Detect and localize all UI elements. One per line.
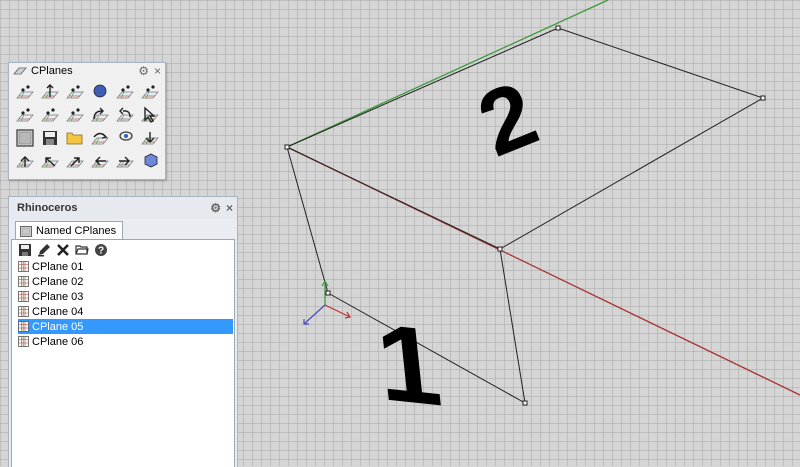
cplane-elevator-icon[interactable] — [40, 105, 60, 125]
named-cplanes-content: ? CPlane 01 CPlane 02 CPlane 03 CPlane 04 CP… — [11, 239, 235, 467]
panel-tabs: Named CPlanes — [9, 219, 237, 240]
cplane-perpendicular-icon[interactable] — [115, 82, 135, 102]
list-item[interactable]: CPlane 01 — [18, 259, 233, 274]
cplane-rotate-icon[interactable] — [90, 105, 110, 125]
cplane-undo-icon[interactable] — [115, 105, 135, 125]
cplane-gizmo-icon — [303, 279, 351, 325]
tab-named-cplanes[interactable]: Named CPlanes — [15, 221, 124, 240]
cplane-to-object-icon[interactable] — [65, 82, 85, 102]
list-item[interactable]: CPlane 06 — [18, 334, 233, 349]
gear-icon[interactable]: ⚙ — [210, 201, 221, 215]
cplane-x-axis-icon[interactable] — [65, 105, 85, 125]
tab-label: Named CPlanes — [36, 225, 117, 237]
list-item[interactable]: CPlane 05 — [18, 319, 233, 334]
list-item-label: CPlane 06 — [32, 335, 84, 348]
named-cplanes-list: CPlane 01 CPlane 02 CPlane 03 CPlane 04 CPla… — [12, 259, 234, 349]
cplane-tab-icon — [13, 67, 27, 75]
cplane-origin-icon[interactable] — [15, 105, 35, 125]
close-icon[interactable]: × — [154, 64, 161, 78]
cplane-grid-icon — [18, 291, 29, 302]
cplane-arrow-left-icon[interactable] — [90, 151, 110, 171]
named-cplanes-icon — [20, 225, 32, 237]
rhinoceros-panel: Rhinoceros ⚙ × Named CPlanes ? CPlane 01… — [8, 196, 238, 467]
list-item-label: CPlane 05 — [32, 320, 84, 333]
cplane-arrow-forward-icon[interactable] — [65, 151, 85, 171]
list-item-label: CPlane 03 — [32, 290, 84, 303]
list-item[interactable]: CPlane 03 — [18, 289, 233, 304]
list-item-label: CPlane 02 — [32, 275, 84, 288]
cplane-grid-icon — [18, 276, 29, 287]
list-item[interactable]: CPlane 04 — [18, 304, 233, 319]
cplane-arrow-back-icon[interactable] — [40, 151, 60, 171]
cplane-to-view-icon[interactable] — [140, 105, 160, 125]
cplane-grid-icon — [18, 261, 29, 272]
cplane-arrow-right-icon[interactable] — [115, 151, 135, 171]
cplane-z-axis-icon[interactable] — [40, 82, 60, 102]
cplanes-titlebar[interactable]: CPlanes ⚙ × — [9, 63, 165, 79]
cplane-view-icon[interactable] — [115, 128, 135, 148]
rhinoceros-titlebar[interactable]: Rhinoceros ⚙ × — [9, 197, 237, 219]
save-icon[interactable] — [18, 243, 32, 257]
y-axis-line — [286, 0, 609, 148]
save-cplane-icon[interactable] — [40, 128, 60, 148]
cplanes-toolbar-panel: CPlanes ⚙ × — [8, 62, 166, 180]
box-wireframe — [286, 27, 764, 404]
cplanes-tool-grid — [9, 79, 165, 174]
cplane-sphere-icon[interactable] — [90, 82, 110, 102]
list-item-label: CPlane 04 — [32, 305, 84, 318]
edit-icon[interactable] — [37, 243, 51, 257]
gear-icon[interactable]: ⚙ — [138, 64, 149, 78]
named-cplanes-toolbar: ? — [12, 240, 234, 259]
open-folder-icon[interactable] — [75, 243, 89, 257]
cplane-grid-icon — [18, 306, 29, 317]
box-control-points[interactable] — [284, 25, 766, 406]
help-icon[interactable]: ? — [94, 243, 108, 257]
list-item-label: CPlane 01 — [32, 260, 84, 273]
front-face-label: 1 — [371, 300, 446, 429]
cplane-grid-icon — [18, 321, 29, 332]
rhinoceros-title: Rhinoceros — [17, 202, 78, 214]
delete-icon[interactable] — [56, 243, 70, 257]
svg-text:?: ? — [98, 245, 104, 256]
named-cplanes-icon[interactable] — [15, 128, 35, 148]
top-face-label: 2 — [465, 63, 551, 177]
cplane-rotate-x-icon[interactable] — [90, 128, 110, 148]
cplane-3-point-icon[interactable] — [140, 82, 160, 102]
cplane-arrow-down-icon[interactable] — [140, 128, 160, 148]
cplane-grid-icon — [18, 336, 29, 347]
list-item[interactable]: CPlane 02 — [18, 274, 233, 289]
close-icon[interactable]: × — [226, 201, 233, 215]
cplane-arrow-up-icon[interactable] — [15, 151, 35, 171]
open-cplane-icon[interactable] — [65, 128, 85, 148]
cplanes-title: CPlanes — [31, 65, 73, 77]
cplane-to-3d-icon[interactable] — [140, 151, 160, 171]
cplane-world-top-icon[interactable] — [15, 82, 35, 102]
